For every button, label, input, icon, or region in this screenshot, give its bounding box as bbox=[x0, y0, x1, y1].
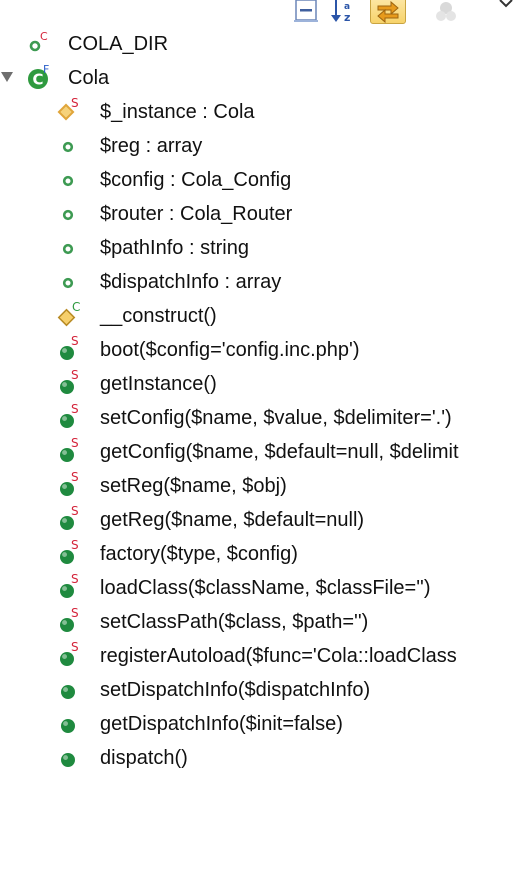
tree-item-member[interactable]: S $_instance : Cola bbox=[0, 95, 524, 129]
svg-text:S: S bbox=[71, 539, 79, 552]
svg-text:F: F bbox=[43, 63, 49, 76]
sort-button[interactable]: a z bbox=[330, 0, 358, 24]
static-method-icon: S bbox=[56, 504, 82, 533]
collapse-all-button[interactable] bbox=[292, 0, 320, 24]
tree-item-member[interactable]: $pathInfo : string bbox=[0, 231, 524, 265]
field-icon bbox=[56, 267, 82, 295]
static-method-icon: S bbox=[56, 572, 82, 601]
tree-item-class[interactable]: C F Cola bbox=[0, 61, 524, 95]
static-method-icon: S bbox=[56, 334, 82, 363]
member-label: $router : Cola_Router bbox=[100, 203, 293, 225]
svg-text:S: S bbox=[71, 471, 79, 484]
field-icon bbox=[56, 199, 82, 227]
svg-text:S: S bbox=[71, 607, 79, 620]
tree-item-member[interactable]: SsetClassPath($class, $path='') bbox=[0, 605, 524, 639]
svg-text:C: C bbox=[72, 301, 80, 314]
link-with-editor-icon bbox=[377, 0, 399, 24]
static-field-icon: S bbox=[56, 96, 82, 125]
tree-item-member[interactable]: SsetReg($name, $obj) bbox=[0, 469, 524, 503]
hide-fields-icon bbox=[436, 2, 456, 21]
view-menu-icon bbox=[499, 0, 513, 8]
hide-fields-button[interactable] bbox=[432, 0, 460, 24]
tree-item-member[interactable]: SregisterAutoload($func='Cola::loadClass bbox=[0, 639, 524, 673]
collapse-all-icon bbox=[294, 0, 318, 22]
static-method-icon: S bbox=[56, 538, 82, 567]
tree-item-member[interactable]: Sfactory($type, $config) bbox=[0, 537, 524, 571]
outline-toolbar: a z bbox=[280, 0, 524, 26]
tree-item-member[interactable]: SgetReg($name, $default=null) bbox=[0, 503, 524, 537]
svg-text:C: C bbox=[33, 71, 44, 89]
member-label: dispatch() bbox=[100, 747, 188, 769]
member-label: registerAutoload($func='Cola::loadClass bbox=[100, 645, 457, 667]
field-icon bbox=[56, 131, 82, 159]
member-label: __construct() bbox=[100, 305, 217, 327]
member-label: COLA_DIR bbox=[68, 33, 169, 55]
tree-item-member[interactable]: setDispatchInfo($dispatchInfo) bbox=[0, 673, 524, 707]
class-icon: CF bbox=[26, 63, 52, 91]
static-method-icon: S bbox=[56, 402, 82, 431]
member-label: factory($type, $config) bbox=[100, 543, 298, 565]
tree-item-member[interactable]: dispatch() bbox=[0, 741, 524, 775]
member-label: $pathInfo : string bbox=[100, 237, 249, 259]
tree-item-member[interactable]: SgetInstance() bbox=[0, 367, 524, 401]
link-with-editor-button[interactable] bbox=[370, 0, 406, 24]
member-label: Cola bbox=[68, 67, 110, 89]
public-method-icon bbox=[56, 675, 82, 703]
field-icon bbox=[56, 233, 82, 261]
tree-item-member[interactable]: $config : Cola_Config bbox=[0, 163, 524, 197]
member-label: $reg : array bbox=[100, 135, 203, 157]
constant-icon: C bbox=[26, 29, 52, 57]
member-label: getInstance() bbox=[100, 373, 217, 395]
svg-text:C: C bbox=[40, 30, 48, 43]
constructor-icon: C bbox=[56, 300, 82, 329]
tree-item-member[interactable]: SsetConfig($name, $value, $delimiter='.'… bbox=[0, 401, 524, 435]
tree-item-member[interactable]: SgetConfig($name, $default=null, $delimi… bbox=[0, 435, 524, 469]
sort-alphabetical-icon: a z bbox=[331, 0, 350, 24]
member-label: getConfig($name, $default=null, $delimit bbox=[100, 441, 459, 463]
member-label: setClassPath($class, $path='') bbox=[100, 611, 369, 633]
tree-item-constant[interactable]: C COLA_DIR bbox=[0, 27, 524, 61]
svg-text:S: S bbox=[71, 573, 79, 586]
svg-text:S: S bbox=[71, 335, 79, 348]
tree-item-member[interactable]: Sboot($config='config.inc.php') bbox=[0, 333, 524, 367]
member-label: boot($config='config.inc.php') bbox=[100, 339, 360, 361]
member-label: setConfig($name, $value, $delimiter='.') bbox=[100, 407, 452, 429]
static-method-icon: S bbox=[56, 470, 82, 499]
field-icon bbox=[56, 165, 82, 193]
expand-arrow-icon[interactable] bbox=[0, 70, 14, 84]
public-method-icon bbox=[56, 709, 82, 737]
static-method-icon: S bbox=[56, 368, 82, 397]
member-label: getReg($name, $default=null) bbox=[100, 509, 365, 531]
member-label: loadClass($className, $classFile='') bbox=[100, 577, 431, 599]
svg-text:S: S bbox=[71, 369, 79, 382]
member-label: $dispatchInfo : array bbox=[100, 271, 282, 293]
tree-item-member[interactable]: $router : Cola_Router bbox=[0, 197, 524, 231]
member-label: $_instance : Cola bbox=[100, 101, 255, 123]
static-method-icon: S bbox=[56, 436, 82, 465]
member-label: $config : Cola_Config bbox=[100, 169, 292, 191]
svg-text:S: S bbox=[71, 437, 79, 450]
tree-item-member[interactable]: $reg : array bbox=[0, 129, 524, 163]
tree-item-member[interactable]: $dispatchInfo : array bbox=[0, 265, 524, 299]
svg-text:S: S bbox=[71, 505, 79, 518]
svg-text:S: S bbox=[71, 403, 79, 416]
svg-text:S: S bbox=[71, 641, 79, 654]
svg-text:S: S bbox=[71, 97, 79, 110]
member-label: getDispatchInfo($init=false) bbox=[100, 713, 343, 735]
member-label: setReg($name, $obj) bbox=[100, 475, 287, 497]
static-method-icon: S bbox=[56, 606, 82, 635]
tree-item-member[interactable]: C __construct() bbox=[0, 299, 524, 333]
tree-item-member[interactable]: getDispatchInfo($init=false) bbox=[0, 707, 524, 741]
static-method-icon: S bbox=[56, 640, 82, 669]
tree-item-member[interactable]: SloadClass($className, $classFile='') bbox=[0, 571, 524, 605]
member-label: setDispatchInfo($dispatchInfo) bbox=[100, 679, 371, 701]
public-method-icon bbox=[56, 743, 82, 771]
view-menu-button[interactable] bbox=[492, 0, 520, 24]
svg-text:z: z bbox=[344, 11, 350, 24]
